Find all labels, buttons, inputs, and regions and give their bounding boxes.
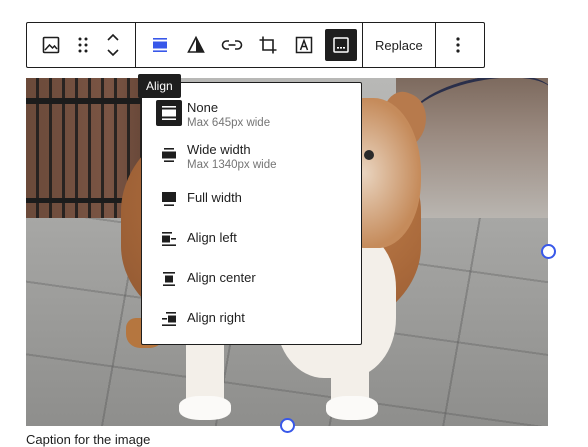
align-dropdown-menu: None Max 645px wide Wide width Max 1340p…	[141, 82, 362, 345]
crop-icon	[259, 36, 277, 54]
align-full-icon	[156, 186, 182, 212]
align-menu-item-label: Full width	[187, 190, 242, 205]
text-overlay-button[interactable]	[286, 23, 322, 67]
vertical-ellipsis-icon	[456, 37, 460, 53]
align-menu-item-label: Align right	[187, 310, 245, 325]
dog-paw-left	[179, 396, 231, 420]
image-block-type-button[interactable]	[33, 23, 69, 67]
dog-paw-right	[326, 396, 378, 420]
align-menu-item-sub: Max 1340px wide	[187, 159, 277, 171]
toolbar-group-tools	[136, 23, 363, 67]
align-menu-item-wide[interactable]: Wide width Max 1340px wide	[156, 142, 277, 172]
drag-handle-icon	[78, 37, 88, 53]
duotone-icon	[187, 35, 205, 53]
align-right-icon	[156, 306, 182, 332]
image-caption[interactable]: Caption for the image	[26, 432, 150, 447]
align-menu-item-center[interactable]: Align center	[156, 266, 256, 292]
align-menu-item-full[interactable]: Full width	[156, 186, 242, 212]
align-menu-item-right[interactable]: Align right	[156, 306, 245, 332]
drag-handle-button[interactable]	[69, 23, 97, 67]
align-wide-icon	[156, 142, 182, 168]
align-menu-item-label: Align left	[187, 230, 237, 245]
align-tooltip: Align	[138, 74, 181, 98]
resize-handle-right[interactable]	[541, 244, 556, 259]
link-icon	[221, 40, 243, 50]
align-menu-item-label: Align center	[187, 270, 256, 285]
caption-icon	[333, 37, 349, 53]
crop-button[interactable]	[250, 23, 286, 67]
align-none-icon	[153, 38, 167, 52]
align-button[interactable]	[142, 23, 178, 67]
dog-eye	[364, 150, 374, 160]
toolbar-group-block	[27, 23, 136, 67]
align-menu-item-label: Wide width	[187, 142, 251, 157]
block-toolbar: Replace	[26, 22, 485, 68]
caption-toggle-button[interactable]	[325, 29, 357, 61]
duotone-button[interactable]	[178, 23, 214, 67]
align-center-icon	[156, 266, 182, 292]
toolbar-group-options	[436, 23, 480, 67]
link-button[interactable]	[214, 23, 250, 67]
align-menu-item-sub: Max 645px wide	[187, 117, 271, 129]
toolbar-group-replace: Replace	[363, 23, 436, 67]
text-overlay-icon	[295, 36, 313, 54]
align-left-icon	[156, 226, 182, 252]
align-menu-item-label: None	[187, 100, 219, 115]
move-up-down-button[interactable]	[97, 23, 129, 67]
image-icon	[42, 36, 60, 54]
chevron-up-down-icon	[107, 33, 119, 57]
replace-button[interactable]: Replace	[363, 23, 435, 67]
align-none-icon	[156, 100, 182, 126]
resize-handle-bottom[interactable]	[280, 418, 295, 433]
align-menu-item-left[interactable]: Align left	[156, 226, 237, 252]
align-menu-item-none[interactable]: None Max 645px wide	[156, 100, 270, 130]
more-options-button[interactable]	[436, 23, 480, 67]
